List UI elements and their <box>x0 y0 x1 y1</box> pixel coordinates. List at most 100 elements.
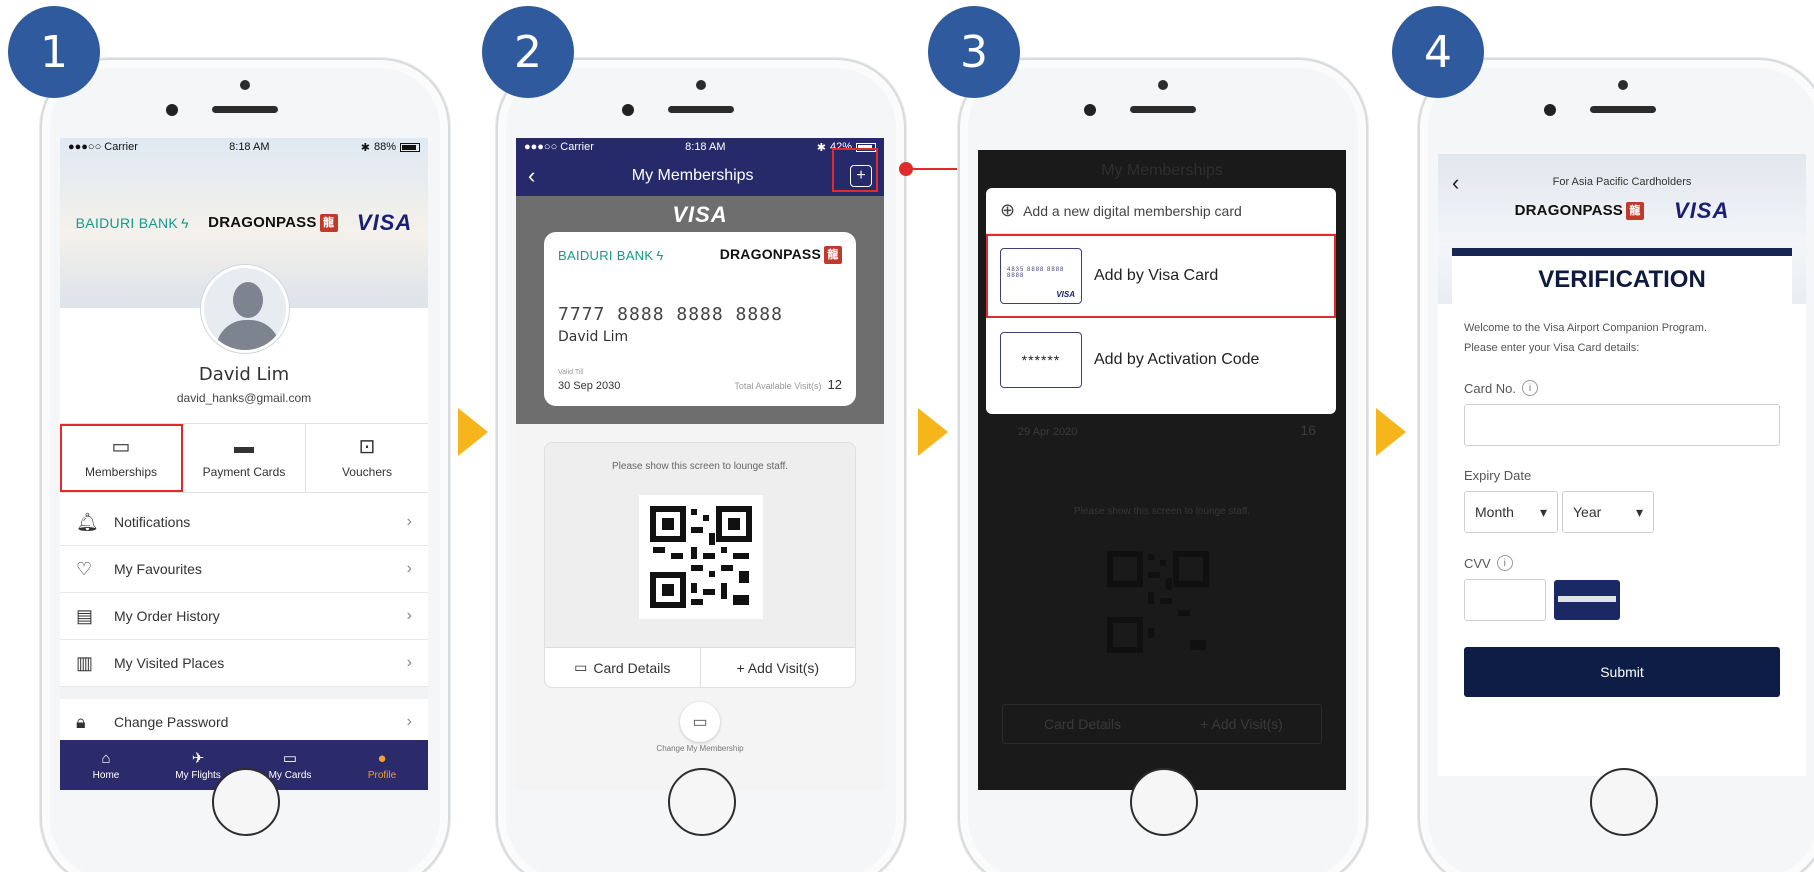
chevron-right-icon: › <box>406 654 412 671</box>
ghost-valid-date: 29 Apr 2020 <box>1018 426 1078 438</box>
front-camera <box>1084 104 1096 116</box>
card-holder: David Lim <box>558 329 629 346</box>
dragonpass-logo: DRAGONPASS 龍 <box>208 214 338 233</box>
cards-stack-icon: ▭ <box>692 714 708 731</box>
vouchers-tile[interactable]: ⊡ Vouchers <box>306 424 428 492</box>
menu-divider <box>60 687 428 699</box>
chevron-right-icon: › <box>406 607 412 624</box>
submit-button[interactable]: Submit <box>1464 647 1780 697</box>
highlight-add-button <box>832 148 878 192</box>
carrier-label: ●●●○○ Carrier <box>524 141 594 153</box>
visa-logo: VISA <box>356 210 413 235</box>
phone-frame-2: ●●●○○ Carrier 8:18 AM ✱ 42% ‹ My Membersh… <box>496 58 906 872</box>
camera-dot <box>1618 80 1628 90</box>
expiry-selects: Month ▾ Year ▾ <box>1464 491 1780 533</box>
qr-hint: Please show this screen to lounge staff. <box>611 461 789 472</box>
next-step-arrow <box>458 408 488 456</box>
home-button[interactable] <box>212 768 280 836</box>
card-number: 7777 8888 8888 8888 <box>558 304 783 326</box>
camera-dot <box>1158 80 1168 90</box>
camera-dot <box>696 80 706 90</box>
bluetooth-icon: ✱ <box>816 141 826 154</box>
home-button[interactable] <box>1130 768 1198 836</box>
change-membership-label: Change My Membership <box>656 744 744 753</box>
add-by-visa-card-option[interactable]: 4835 8888 8888 8888 VISA Add by Visa Car… <box>986 234 1336 318</box>
add-by-activation-code-option[interactable]: ****** Add by Activation Code <box>986 318 1336 402</box>
year-select[interactable]: Year ▾ <box>1562 491 1654 533</box>
intro-text: Welcome to the Visa Airport Companion Pr… <box>1464 322 1707 354</box>
battery-percent: 88% <box>373 141 396 153</box>
status-bar: ●●●○○ Carrier 8:18 AM ✱ 88% <box>60 138 428 156</box>
ghost-qr-code <box>1107 551 1209 653</box>
month-select[interactable]: Month ▾ <box>1464 491 1558 533</box>
bluetooth-icon: ✱ <box>360 141 370 154</box>
card-icon: ▭ <box>282 750 298 767</box>
popover-header: ⊕ Add a new digital membership card <box>986 188 1336 234</box>
ghost-visits: 16 <box>1300 422 1316 438</box>
memberships-screen: ●●●○○ Carrier 8:18 AM ✱ 42% ‹ My Membersh… <box>516 138 884 790</box>
step-badge-1: 1 <box>8 6 100 98</box>
cvv-field[interactable] <box>1464 579 1546 621</box>
card-details-button[interactable]: ▭ Card Details <box>545 648 701 687</box>
valid-till-label: Valid Till <box>558 369 584 376</box>
page-title: My Memberships <box>631 167 754 184</box>
menu-item-change-password[interactable]: 🔒︎ Change Password › <box>60 699 428 746</box>
membership-card-area: VISA BAIDURI BANK ϟ DRAGONPASS 龍 7777 8888… <box>516 196 884 424</box>
ghost-add-visits: + Add Visit(s) <box>1200 716 1283 732</box>
speaker-grille <box>1590 106 1656 113</box>
time-label: 8:18 AM <box>229 141 270 153</box>
plane-icon: ✈ <box>191 750 205 767</box>
memberships-header: ●●●○○ Carrier 8:18 AM ✱ 42% ‹ My Membersh… <box>516 138 884 196</box>
add-membership-popover: ⊕ Add a new digital membership card 4835… <box>986 188 1336 414</box>
menu-item-notifications[interactable]: 🔔︎ Notifications › <box>60 499 428 546</box>
connector-line <box>906 168 962 170</box>
ghost-card-details: Card Details <box>1043 716 1122 732</box>
next-step-arrow <box>1376 408 1406 456</box>
brand-logos: DRAGONPASS 龍 VISA <box>1438 198 1806 224</box>
card-back-illustration <box>1554 580 1620 620</box>
tab-home[interactable]: ⌂ Home <box>60 740 152 790</box>
menu-item-favourites[interactable]: ♡ My Favourites › <box>60 546 428 593</box>
activation-code-thumbnail: ****** <box>1000 332 1082 388</box>
memberships-tile[interactable]: ▭ Memberships <box>60 424 183 492</box>
membership-card[interactable]: BAIDURI BANK ϟ DRAGONPASS 龍 7777 8888 8888… <box>544 232 856 406</box>
tutorial-stage: 1 2 3 4 ●●●○○ Carrier 8:18 AM ✱ 88% BAIDU… <box>0 0 1814 872</box>
visited-list-icon: ▥ <box>76 652 94 673</box>
visa-logo: VISA <box>1674 198 1730 223</box>
chevron-right-icon: › <box>406 713 412 730</box>
info-icon[interactable]: i <box>1522 380 1539 396</box>
add-card-icon: ⊕ <box>1000 200 1016 220</box>
cvv-row <box>1464 579 1780 621</box>
profile-header: ●●●○○ Carrier 8:18 AM ✱ 88% BAIDURI BANK ϟ… <box>60 138 428 353</box>
card-number-field[interactable] <box>1464 404 1780 446</box>
bell-icon: 🔔︎ <box>76 511 99 532</box>
lock-icon: 🔒︎ <box>76 711 86 732</box>
valid-till-date: 30 Sep 2030 <box>558 380 621 392</box>
heart-icon: ♡ <box>76 558 93 579</box>
step-badge-3: 3 <box>928 6 1020 98</box>
verification-form: Welcome to the Visa Airport Companion Pr… <box>1438 304 1806 711</box>
menu-item-order-history[interactable]: ▤ My Order History › <box>60 593 428 640</box>
step-badge-4: 4 <box>1392 6 1484 98</box>
time-label: 8:18 AM <box>685 141 726 153</box>
menu-item-visited-places[interactable]: ▥ My Visited Places › <box>60 640 428 687</box>
home-button[interactable] <box>668 768 736 836</box>
add-membership-screen: My Memberships 29 Apr 2020 16 Please sho… <box>978 150 1346 790</box>
front-camera <box>1544 104 1556 116</box>
carrier-label: ●●●○○ Carrier <box>68 141 138 153</box>
chevron-right-icon: › <box>406 560 412 577</box>
ghost-card-actions: Card Details + Add Visit(s) <box>1002 704 1322 744</box>
next-step-arrow <box>918 408 948 456</box>
tab-profile[interactable]: ● Profile <box>336 740 428 790</box>
available-visits: Total Available Visit(s) 12 <box>734 377 842 392</box>
phone-frame-1: ●●●○○ Carrier 8:18 AM ✱ 88% BAIDURI BANK ϟ… <box>40 58 450 872</box>
add-visits-button[interactable]: + Add Visit(s) <box>701 648 856 687</box>
home-button[interactable] <box>1590 768 1658 836</box>
visa-card-thumbnail: 4835 8888 8888 8888 VISA <box>1000 247 1082 304</box>
avatar[interactable] <box>201 265 289 353</box>
change-membership-button[interactable]: ▭ <box>680 702 720 742</box>
back-chevron-icon[interactable]: ‹ <box>528 163 535 189</box>
payment-cards-tile[interactable]: ▬ Payment Cards <box>183 424 306 492</box>
info-icon[interactable]: i <box>1496 555 1513 571</box>
front-camera <box>166 104 178 116</box>
